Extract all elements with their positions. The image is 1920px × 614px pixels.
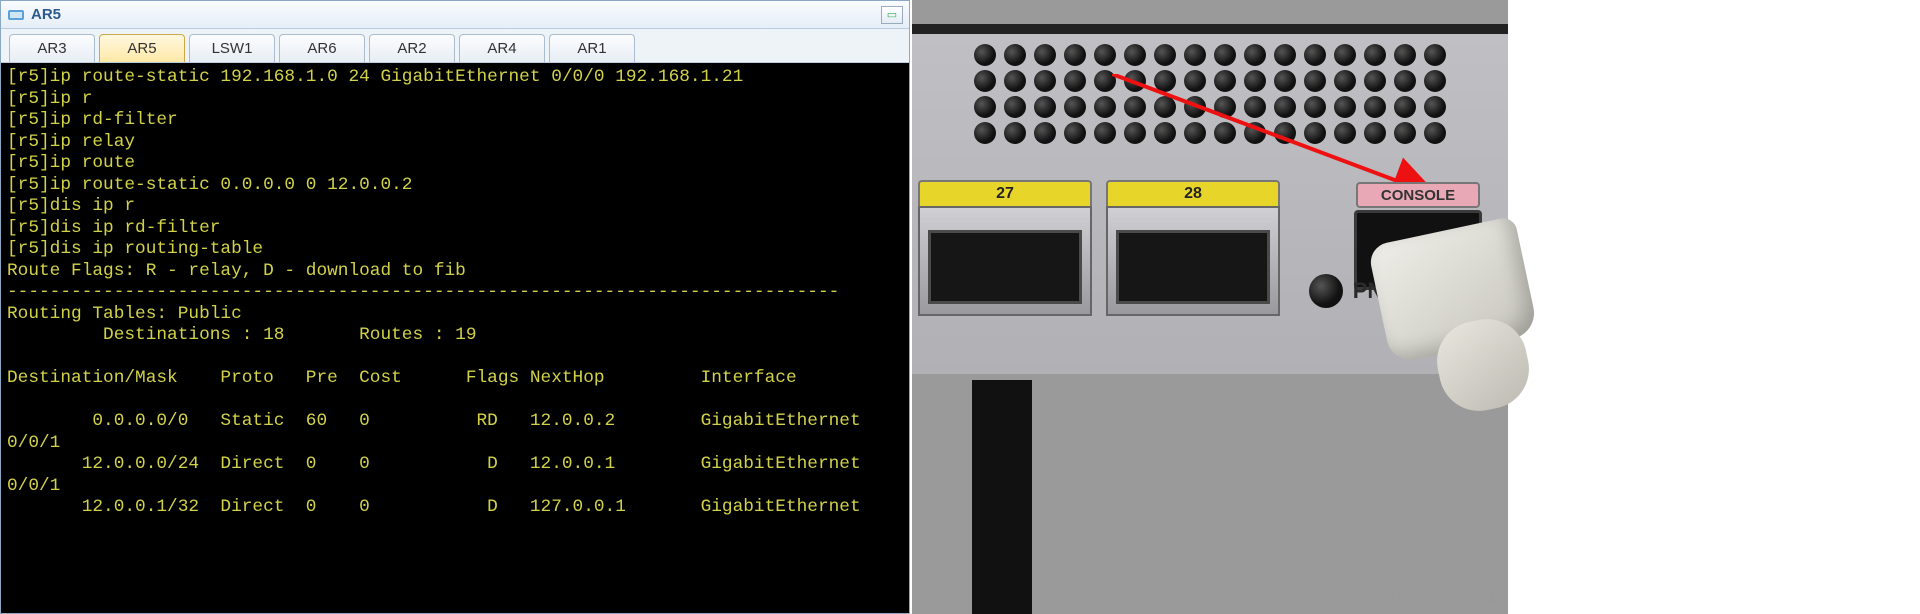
router-photo: 27 28 CONSOLE PNP CSDN @水中加点糖 — [912, 0, 1508, 614]
tab-ar5[interactable]: AR5 — [99, 34, 185, 62]
console-port-label: CONSOLE — [1356, 182, 1480, 208]
tab-lsw1[interactable]: LSW1 — [189, 34, 275, 62]
tab-label: LSW1 — [212, 40, 253, 57]
tab-label: AR4 — [487, 40, 516, 57]
tab-ar3[interactable]: AR3 — [9, 34, 95, 62]
simulator-window: AR5 ▭ AR3 AR5 LSW1 AR6 AR2 AR4 AR1 [r5]i… — [0, 0, 910, 614]
app-icon — [7, 6, 25, 24]
port-label: 28 — [1106, 180, 1280, 206]
cli-terminal[interactable]: [r5]ip route-static 192.168.1.0 24 Gigab… — [1, 63, 909, 613]
rack-edge — [972, 380, 1032, 614]
ventilation-holes — [972, 44, 1448, 152]
sfp-port-28: 28 — [1106, 180, 1280, 316]
titlebar: AR5 ▭ — [1, 1, 909, 29]
tab-label: AR5 — [127, 40, 156, 57]
tab-ar4[interactable]: AR4 — [459, 34, 545, 62]
tab-label: AR2 — [397, 40, 426, 57]
sfp-port-27: 27 — [918, 180, 1092, 316]
watermark: CSDN @水中加点糖 — [1359, 587, 1496, 608]
device-tabbar: AR3 AR5 LSW1 AR6 AR2 AR4 AR1 — [1, 29, 909, 63]
console-cable — [1338, 220, 1538, 430]
port-label: 27 — [918, 180, 1092, 206]
window-button[interactable]: ▭ — [881, 6, 903, 24]
tab-label: AR3 — [37, 40, 66, 57]
tab-ar6[interactable]: AR6 — [279, 34, 365, 62]
tab-ar2[interactable]: AR2 — [369, 34, 455, 62]
sfp-ports-row: 27 28 — [918, 180, 1280, 316]
sfp-cage — [1106, 206, 1280, 316]
tab-ar1[interactable]: AR1 — [549, 34, 635, 62]
sfp-cage — [918, 206, 1092, 316]
window-title: AR5 — [31, 6, 61, 23]
tab-label: AR6 — [307, 40, 336, 57]
tab-label: AR1 — [577, 40, 606, 57]
